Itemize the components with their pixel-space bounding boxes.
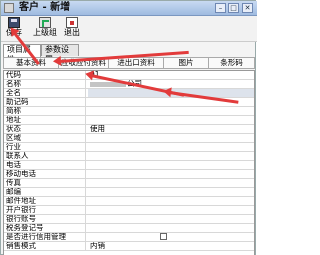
property-row[interactable]: 税务登记号 [4,224,254,233]
property-key: 行业 [4,143,86,151]
property-value[interactable] [88,188,254,196]
app-icon [4,3,14,13]
property-row[interactable]: 状态 使用 [4,125,254,134]
property-key: 邮件地址 [4,197,86,205]
property-key: 销售模式 [4,242,86,250]
subtab-import-export[interactable]: 进出口资料 [109,58,164,68]
property-row[interactable]: 邮编 [4,188,254,197]
title-bar[interactable]: 客户 - 新增 – □ ✕ [1,1,257,16]
property-value[interactable] [88,134,254,142]
property-key: 传真 [4,179,86,187]
property-key: 全名 [4,89,86,97]
property-row[interactable]: 移动电话 [4,170,254,179]
property-row[interactable]: 传真 [4,179,254,188]
parent-group-label: 上级组 [33,28,57,37]
property-row[interactable]: 代码 01 [4,71,254,80]
property-value[interactable] [88,152,254,160]
property-key: 联系人 [4,152,86,160]
property-key: 代码 [4,71,86,79]
property-row[interactable]: 是否进行信用管理 [4,233,254,242]
property-key: 移动电话 [4,170,86,178]
property-value[interactable] [88,116,254,124]
property-row[interactable]: 全名 [4,89,254,98]
property-row[interactable]: 银行账号 [4,215,254,224]
subtab-basic-info[interactable]: 基本资料 [4,58,59,68]
credit-management-checkbox[interactable] [160,233,167,240]
property-row[interactable]: 联系人 [4,152,254,161]
property-row[interactable]: 区域 [4,134,254,143]
property-key: 电话 [4,161,86,169]
parent-group-button[interactable]: 上级组 [30,17,60,41]
property-row[interactable]: 行业 [4,143,254,152]
status-field[interactable]: 使用 [88,125,254,133]
property-key: 银行账号 [4,215,86,223]
property-key: 简称 [4,107,86,115]
property-row[interactable]: 开户银行 [4,206,254,215]
property-value[interactable] [88,143,254,151]
property-value[interactable] [88,224,254,232]
property-row[interactable]: 销售模式 内销 [4,242,254,251]
maximize-button[interactable]: □ [228,3,239,13]
minimize-button[interactable]: – [215,3,226,13]
property-row[interactable]: 地址 [4,116,254,125]
sub-tabs: 基本资料 应收应付资料 进出口资料 图片 条形码 [3,57,255,69]
toolbar: 保存 上级组 退出 [1,16,257,42]
property-value[interactable] [88,197,254,205]
exit-icon [66,17,78,28]
sales-mode-field[interactable]: 内销 [88,242,254,250]
property-row[interactable]: 简称 [4,107,254,116]
subtab-images[interactable]: 图片 [164,58,209,68]
property-value[interactable] [88,206,254,214]
exit-button[interactable]: 退出 [62,17,82,41]
property-value[interactable] [88,107,254,115]
window-title: 客户 - 新增 [19,2,71,13]
property-key: 助记码 [4,98,86,106]
property-key: 区域 [4,134,86,142]
property-value[interactable] [88,215,254,223]
tab-parameter-settings[interactable]: 参数设置 [41,44,79,64]
property-row[interactable]: 电话 [4,161,254,170]
property-row[interactable]: 邮件地址 [4,197,254,206]
customer-new-window: 客户 - 新增 – □ ✕ 保存 上级组 退出 项目属性 参数设置 基本资料 应… [0,0,257,255]
parent-group-icon [39,17,51,28]
property-key: 名称 [4,80,86,88]
property-value[interactable] [88,179,254,187]
property-key: 状态 [4,125,86,133]
close-button[interactable]: ✕ [242,3,253,13]
property-key: 是否进行信用管理 [4,233,86,241]
property-key: 税务登记号 [4,224,86,232]
credit-management-field[interactable] [88,233,254,241]
exit-label: 退出 [64,28,80,37]
subtab-barcode[interactable]: 条形码 [209,58,254,68]
property-key: 地址 [4,116,86,124]
property-key: 邮编 [4,188,86,196]
property-key: 开户银行 [4,206,86,214]
property-value[interactable] [88,170,254,178]
property-value[interactable] [88,161,254,169]
